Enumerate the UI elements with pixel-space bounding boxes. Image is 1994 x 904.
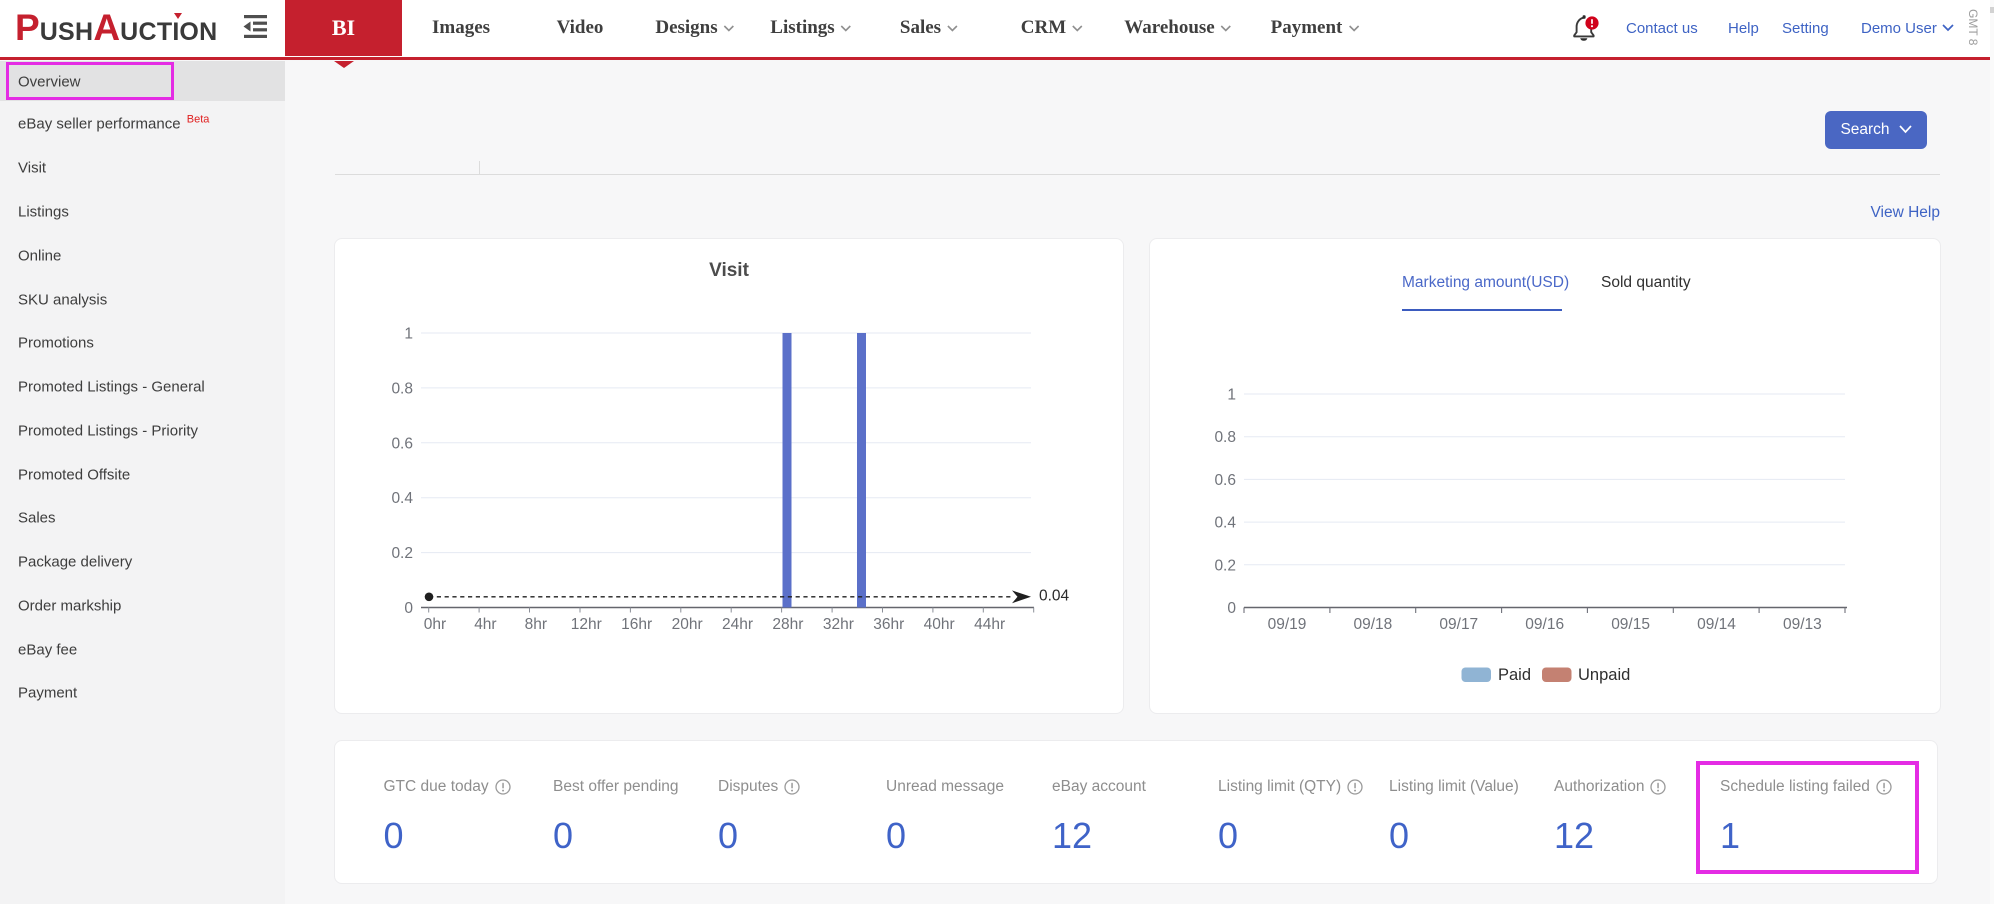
svg-text:32hr: 32hr <box>823 616 854 633</box>
svg-text:0.4: 0.4 <box>1214 515 1236 532</box>
svg-text:16hr: 16hr <box>621 616 652 633</box>
svg-text:28hr: 28hr <box>772 616 803 633</box>
svg-text:0.2: 0.2 <box>1214 557 1236 574</box>
svg-text:36hr: 36hr <box>873 616 904 633</box>
svg-text:0: 0 <box>1227 600 1236 617</box>
svg-text:09/13: 09/13 <box>1783 616 1822 633</box>
svg-text:4hr: 4hr <box>474 616 496 633</box>
svg-text:0.6: 0.6 <box>391 435 413 452</box>
svg-text:09/15: 09/15 <box>1611 616 1650 633</box>
svg-text:20hr: 20hr <box>672 616 703 633</box>
svg-text:Paid: Paid <box>1498 666 1531 684</box>
svg-text:44hr: 44hr <box>974 616 1005 633</box>
svg-text:0.8: 0.8 <box>391 380 413 397</box>
svg-text:0.6: 0.6 <box>1214 472 1236 489</box>
svg-text:8hr: 8hr <box>525 616 547 633</box>
svg-text:0.8: 0.8 <box>1214 429 1236 446</box>
svg-text:0.4: 0.4 <box>391 490 413 507</box>
svg-text:12hr: 12hr <box>571 616 602 633</box>
svg-text:09/17: 09/17 <box>1439 616 1478 633</box>
svg-text:09/16: 09/16 <box>1525 616 1564 633</box>
svg-text:1: 1 <box>1227 387 1236 404</box>
svg-text:40hr: 40hr <box>924 616 955 633</box>
svg-text:1: 1 <box>404 326 413 343</box>
svg-text:0hr: 0hr <box>424 616 446 633</box>
svg-text:09/18: 09/18 <box>1354 616 1393 633</box>
svg-text:0.04: 0.04 <box>1039 588 1070 605</box>
svg-text:09/19: 09/19 <box>1268 616 1307 633</box>
svg-text:0.2: 0.2 <box>391 545 413 562</box>
svg-text:0: 0 <box>404 600 413 617</box>
svg-text:24hr: 24hr <box>722 616 753 633</box>
svg-text:Unpaid: Unpaid <box>1578 666 1630 684</box>
svg-text:09/14: 09/14 <box>1697 616 1736 633</box>
